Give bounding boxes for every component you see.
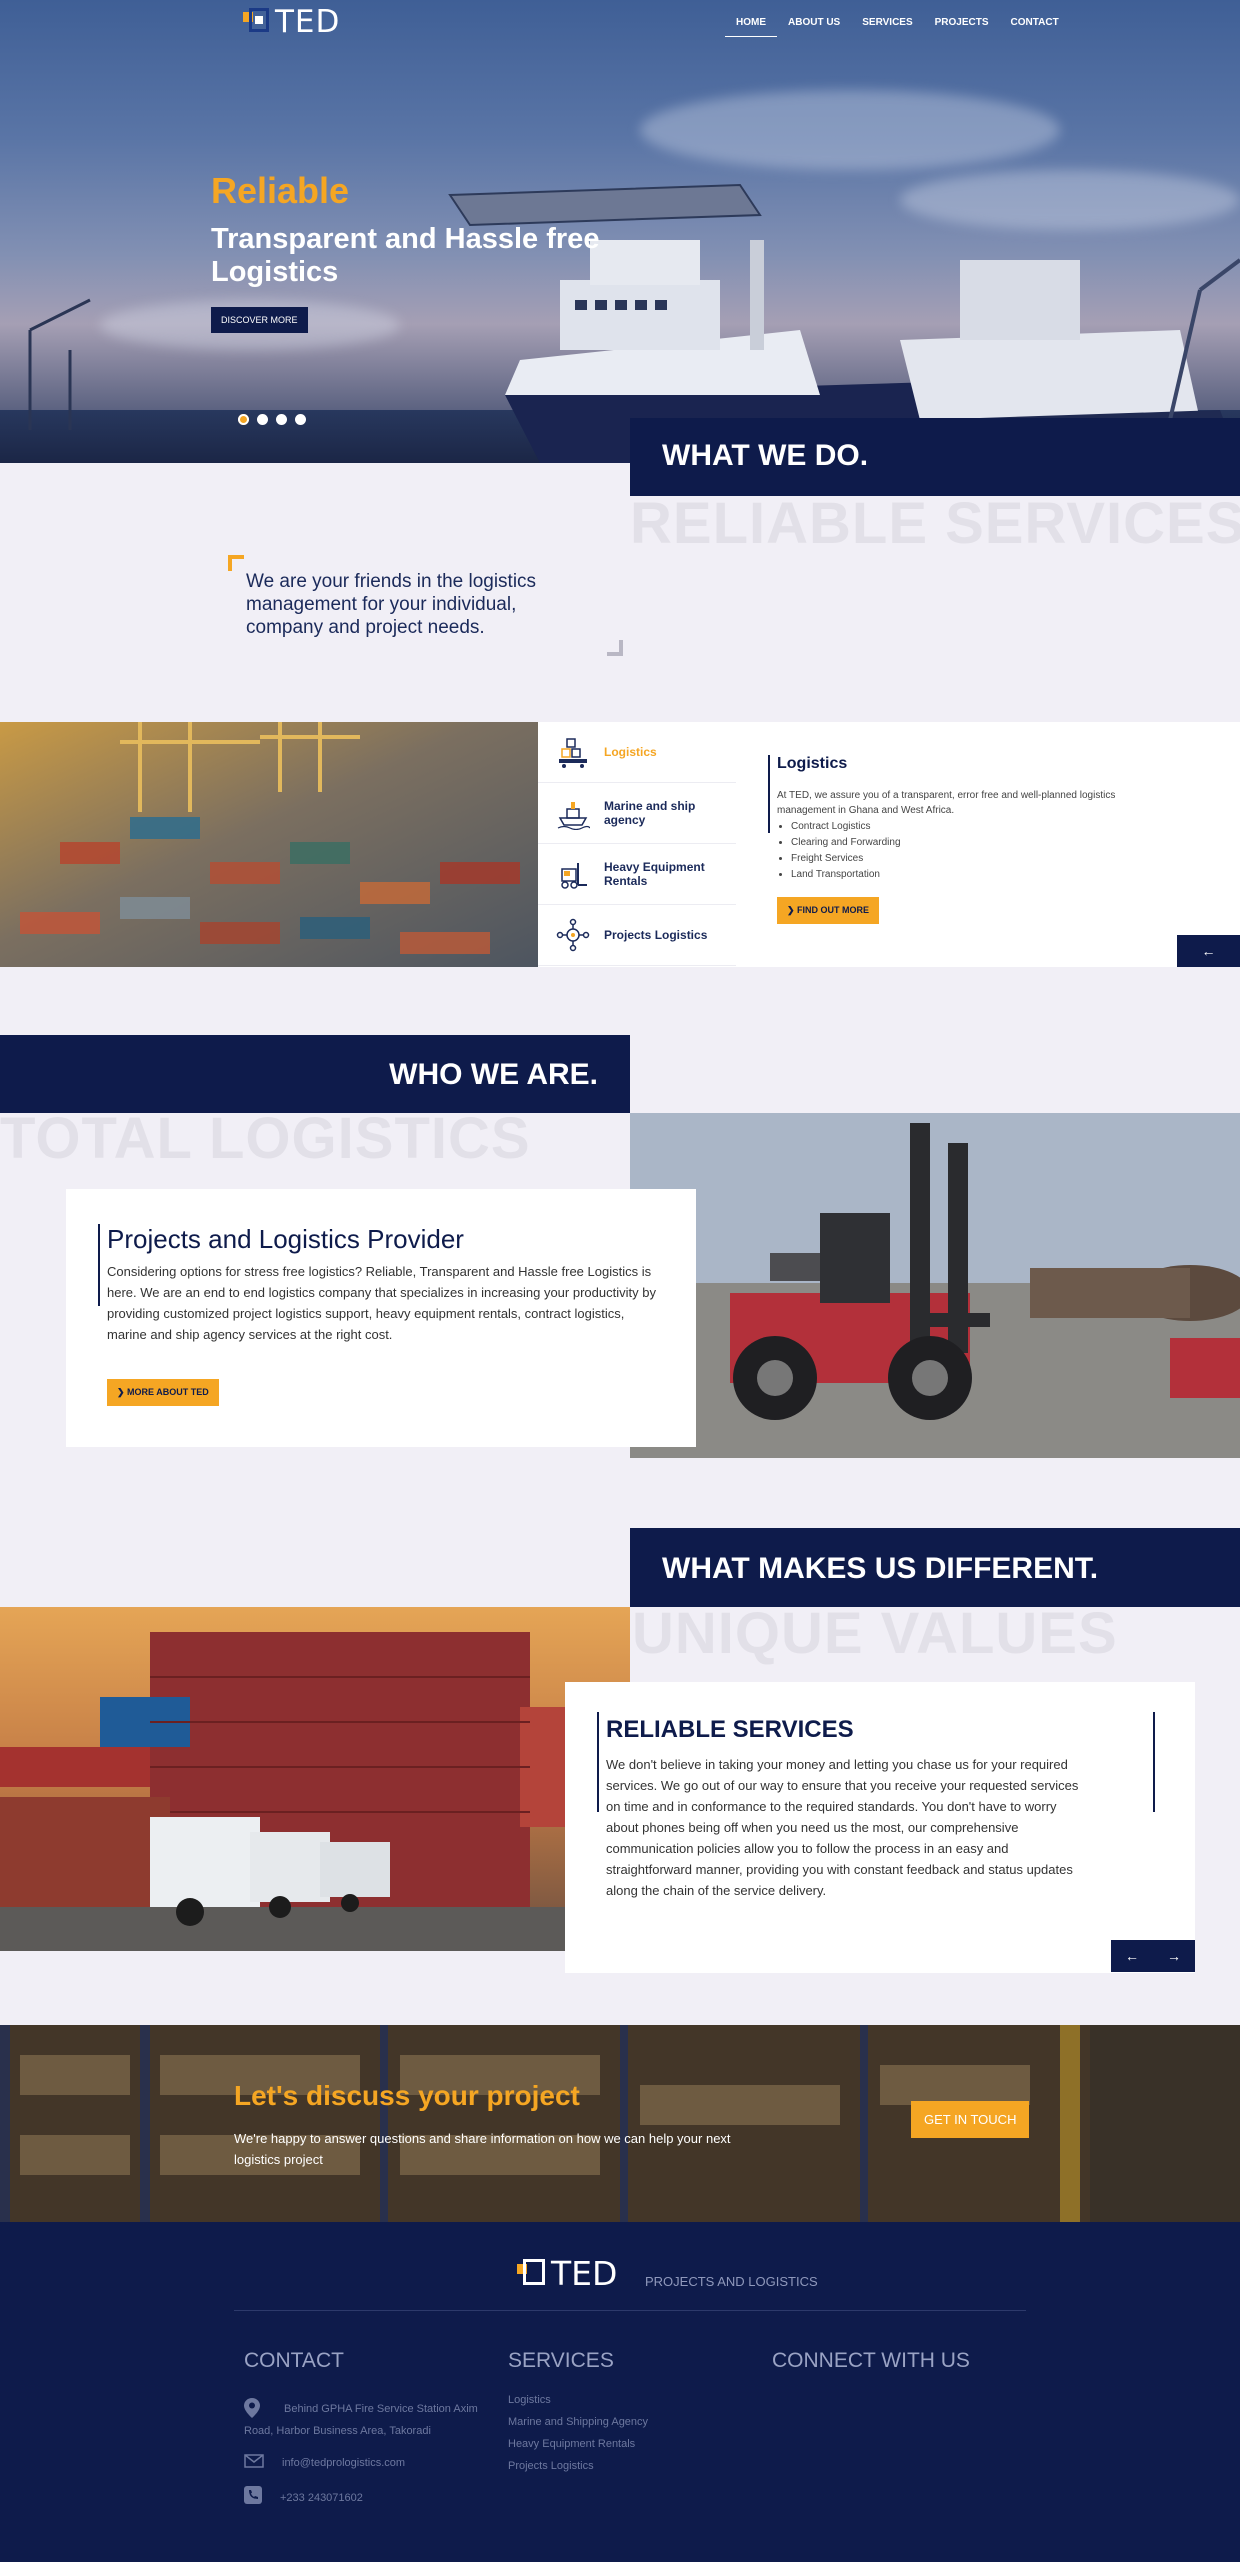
intro-quote: We are your friends in the logistics man…: [246, 571, 537, 638]
nav-home[interactable]: HOME: [725, 17, 777, 37]
service-tabs: Logistics Marine and ship agency Heavy E…: [538, 722, 736, 967]
footer-email-text: info@tedprologistics.com: [282, 2457, 406, 2469]
service-bullet: Land Transportation: [791, 867, 901, 883]
service-detail-panel: Logistics At TED, we assure you of a tra…: [736, 722, 1240, 967]
footer: TED PROJECTS AND LOGISTICS CONTACT Behin…: [0, 2222, 1240, 2562]
container-port-image: [0, 722, 538, 967]
what-we-do-heading: WHAT WE DO.: [630, 418, 1240, 496]
ghost-unique-values: UNIQUE VALUES: [632, 1601, 1118, 1666]
get-in-touch-button[interactable]: GET IN TOUCH: [911, 2101, 1030, 2138]
about-title: Projects and Logistics Provider: [107, 1224, 464, 1254]
footer-email[interactable]: info@tedprologistics.com: [244, 2452, 405, 2474]
map-pin-icon: [244, 2398, 260, 2418]
service-tab-heavy-equipment[interactable]: Heavy Equipment Rentals: [538, 844, 736, 905]
forklift-icon: [561, 863, 587, 889]
footer-contact-title: CONTACT: [244, 2349, 344, 2372]
value-accent-bar: [597, 1712, 599, 1812]
ghost-total-logistics: TOTAL LOGISTICS: [0, 1106, 531, 1171]
hero-title: Transparent and Hassle free Logistics: [211, 223, 600, 288]
cta-banner: Let's discuss your project We're happy t…: [0, 2025, 1240, 2222]
logo-mark-icon: [243, 8, 271, 36]
quote-open-icon: [228, 555, 244, 571]
service-bullet: Contract Logistics: [791, 819, 901, 835]
nav-projects[interactable]: PROJECTS: [924, 17, 1000, 37]
service-bullet: Freight Services: [791, 851, 901, 867]
value-next-button[interactable]: →: [1153, 1940, 1195, 1972]
cta-text: We're happy to answer questions and shar…: [234, 2131, 731, 2167]
forklift-photo: [630, 1113, 1240, 1458]
footer-phone-text: +233 243071602: [280, 2491, 363, 2504]
service-bullet: Clearing and Forwarding: [791, 835, 901, 851]
site-logo[interactable]: TED: [243, 4, 340, 40]
forklift-boxes-icon: [559, 738, 587, 768]
footer-logo[interactable]: TED: [517, 2254, 617, 2293]
service-tab-projects-logistics[interactable]: Projects Logistics: [538, 905, 736, 966]
hero-banner: TED HOME ABOUT US SERVICES PROJECTS CONT…: [0, 0, 1240, 463]
cta-title: Let's discuss your project: [234, 2080, 580, 2111]
ghost-reliable-services: RELIABLE SERVICES: [630, 491, 1240, 556]
who-we-are-heading: WHO WE ARE.: [0, 1035, 630, 1113]
about-card: Projects and Logistics Provider Consider…: [66, 1189, 696, 1447]
slider-dot-4[interactable]: [295, 414, 306, 425]
footer-service-link[interactable]: Logistics: [508, 2389, 648, 2411]
footer-address: Behind GPHA Fire Service Station Axim Ro…: [244, 2398, 484, 2442]
footer-divider: [234, 2310, 1026, 2311]
slider-dot-2[interactable]: [257, 414, 268, 425]
gear-network-icon: [556, 918, 590, 952]
footer-services-title: SERVICES: [508, 2349, 614, 2372]
value-card: RELIABLE SERVICES We don't believe in ta…: [565, 1682, 1195, 1973]
phone-icon: [244, 2486, 262, 2509]
ship-illustration: [28, 183, 1240, 463]
more-about-ted-button[interactable]: ❯ MORE ABOUT TED: [107, 1379, 219, 1406]
discover-more-button[interactable]: DISCOVER MORE: [211, 307, 308, 333]
hero-kicker: Reliable: [211, 170, 350, 211]
quote-close-icon: [607, 640, 623, 656]
footer-address-text: Behind GPHA Fire Service Station Axim Ro…: [244, 2403, 478, 2437]
service-prev-button[interactable]: ←: [1177, 935, 1240, 967]
panel-accent-bar: [768, 755, 770, 833]
find-out-more-button[interactable]: ❯ FIND OUT MORE: [777, 897, 880, 924]
slider-dots: [238, 414, 306, 425]
footer-phone[interactable]: +233 243071602: [244, 2486, 363, 2509]
service-tab-label: Marine and ship agency: [604, 799, 696, 827]
about-text: Considering options for stress free logi…: [107, 1264, 656, 1342]
ship-icon: [557, 802, 590, 830]
nav-contact[interactable]: CONTACT: [1000, 17, 1070, 37]
about-accent-bar: [98, 1224, 100, 1306]
service-tab-marine[interactable]: Marine and ship agency: [538, 783, 736, 844]
footer-logo-mark-icon: [517, 2258, 547, 2289]
slider-dot-3[interactable]: [276, 414, 287, 425]
envelope-icon: [244, 2453, 264, 2473]
footer-connect-title: CONNECT WITH US: [772, 2349, 970, 2372]
service-tab-label: Logistics: [604, 745, 657, 759]
different-heading: WHAT MAKES US DIFFERENT.: [630, 1528, 1240, 1607]
footer-service-link[interactable]: Projects Logistics: [508, 2455, 648, 2477]
main-nav: HOME ABOUT US SERVICES PROJECTS CONTACT: [725, 17, 1070, 37]
footer-service-link[interactable]: Heavy Equipment Rentals: [508, 2433, 648, 2455]
service-detail-title: Logistics: [777, 755, 848, 772]
page: TED HOME ABOUT US SERVICES PROJECTS CONT…: [0, 0, 1240, 2562]
value-text: We don't believe in taking your money an…: [606, 1757, 1079, 1898]
logo-text: TED: [275, 4, 341, 40]
value-prev-button[interactable]: ←: [1111, 1940, 1153, 1972]
footer-logo-text: TED: [551, 2254, 618, 2293]
more-about-ted-label: MORE ABOUT TED: [127, 1387, 209, 1397]
service-bullets: Contract Logistics Clearing and Forwardi…: [791, 819, 901, 883]
slider-dot-1[interactable]: [238, 414, 249, 425]
find-out-more-label: FIND OUT MORE: [797, 905, 870, 915]
service-tab-label: Heavy Equipment Rentals: [604, 860, 705, 888]
service-tab-label: Projects Logistics: [604, 928, 708, 942]
service-tab-logistics[interactable]: Logistics: [538, 722, 736, 783]
trucks-containers-photo: [0, 1607, 630, 1951]
footer-services-list: Logistics Marine and Shipping Agency Hea…: [508, 2389, 648, 2477]
nav-about-us[interactable]: ABOUT US: [777, 17, 851, 37]
footer-service-link[interactable]: Marine and Shipping Agency: [508, 2411, 648, 2433]
nav-services[interactable]: SERVICES: [851, 17, 923, 37]
footer-tagline: PROJECTS AND LOGISTICS: [645, 2274, 818, 2289]
service-detail-text: At TED, we assure you of a transparent, …: [777, 790, 1116, 816]
value-next-accent-bar: [1153, 1712, 1155, 1812]
value-title: RELIABLE SERVICES: [606, 1716, 854, 1743]
